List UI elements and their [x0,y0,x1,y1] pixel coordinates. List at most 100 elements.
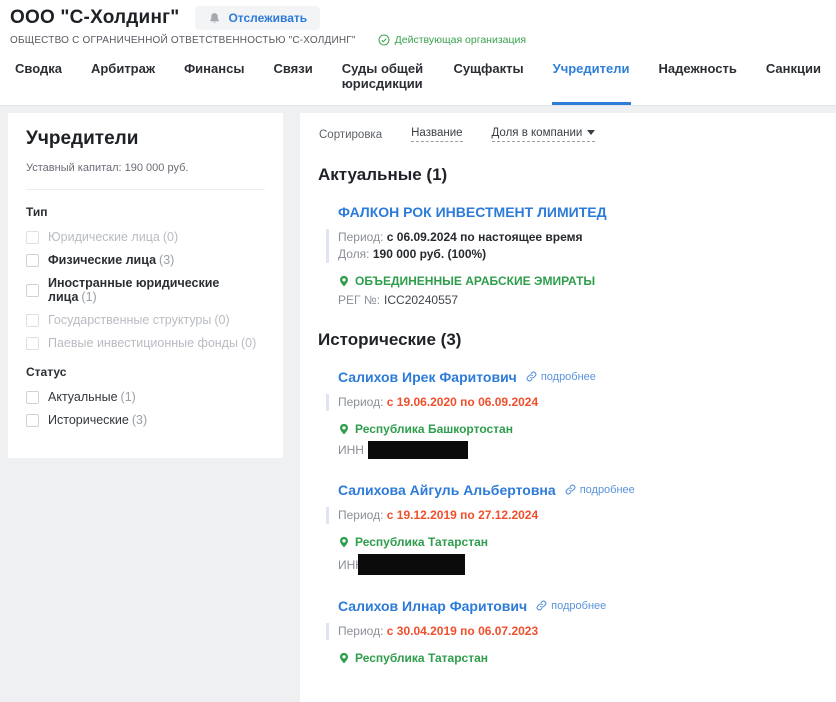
inn-line: ИНН [338,441,818,459]
period-label: Период: [338,624,383,638]
founders-panel: Сортировка Название Доля в компании Акту… [300,113,836,702]
chevron-down-icon [587,130,595,135]
tab-sankcii[interactable]: Санкции [765,59,822,105]
location-name: Республика Татарстан [355,535,488,549]
period-label: Период: [338,230,383,244]
founder-entry-historical-2: Салихова Айгуль Альбертовна подробнее Пе… [338,482,818,575]
tab-arbitrazh[interactable]: Арбитраж [90,59,156,105]
period-block: Период: с 19.06.2020 по 06.09.2024 [326,394,818,411]
location-pin-icon [338,652,350,664]
period-block: Период: с 19.12.2019 по 27.12.2024 [326,507,818,524]
period-label: Период: [338,395,383,409]
filter-label: Исторические [48,413,129,427]
tab-sushchfakty[interactable]: Сущфакты [452,59,524,105]
header: ООО "С-Холдинг" Отслеживать ОБЩЕСТВО С О… [0,0,836,106]
more-link-label: подробнее [551,600,606,612]
inn-label: ИНН [338,443,364,457]
filter-label: Актуальные [48,390,118,404]
location-name: ОБЪЕДИНЕННЫЕ АРАБСКИЕ ЭМИРАТЫ [355,274,595,288]
org-status-badge: Действующая организация [378,34,526,46]
more-link[interactable]: подробнее [526,371,596,383]
more-link-label: подробнее [541,371,596,383]
page-title: ООО "С-Холдинг" [10,7,179,29]
tab-finansy[interactable]: Финансы [183,59,245,105]
link-icon [565,484,576,495]
checkbox[interactable] [26,337,39,350]
checkbox[interactable] [26,414,39,427]
link-icon [536,600,547,611]
founder-link[interactable]: ФАЛКОН РОК ИНВЕСТМЕНТ ЛИМИТЕД [338,204,607,220]
filter-count: (1) [121,390,136,404]
reg-number-line: РЕГ №: ICC20240557 [338,293,818,307]
filter-historical[interactable]: Исторические(3) [26,413,265,427]
more-link-label: подробнее [580,484,635,496]
period-value: с 06.09.2024 по настоящее время [387,230,583,244]
filter-investment-funds[interactable]: Паевые инвестиционные фонды(0) [26,336,265,350]
redacted-inn [358,554,465,575]
filter-legal-entities[interactable]: Юридические лица(0) [26,230,265,244]
filter-count: (0) [163,230,178,244]
tab-svyazi[interactable]: Связи [272,59,313,105]
org-status-label: Действующая организация [395,34,526,46]
location-name: Республика Башкортостан [355,422,513,436]
filter-foreign-legal-entities[interactable]: Иностранные юридические лица(1) [26,276,265,304]
filter-label: Юридические лица [48,230,160,244]
period-label: Период: [338,508,383,522]
founder-link[interactable]: Салихов Ирек Фаритович [338,369,517,385]
filter-count: (3) [132,413,147,427]
track-button-label: Отслеживать [228,11,307,25]
check-circle-icon [378,34,390,46]
sort-by-name[interactable]: Название [411,127,462,142]
filter-actual[interactable]: Актуальные(1) [26,390,265,404]
founder-entry-actual: ФАЛКОН РОК ИНВЕСТМЕНТ ЛИМИТЕД Период: с … [338,204,818,307]
location-pin-icon [338,275,350,287]
inn-line: ИНН [338,554,818,575]
company-page: ООО "С-Холдинг" Отслеживать ОБЩЕСТВО С О… [0,0,836,583]
filter-state-structures[interactable]: Государственные структуры(0) [26,313,265,327]
checkbox[interactable] [26,284,39,297]
sort-row: Сортировка Название Доля в компании [318,127,818,142]
filters-sidebar: Учредители Уставный капитал: 190 000 руб… [8,113,283,458]
track-button[interactable]: Отслеживать [195,6,320,30]
sidebar-title: Учредители [26,128,265,150]
more-link[interactable]: подробнее [565,484,635,496]
founder-entry-historical-3: Салихов Илнар Фаритович подробнее Период… [338,598,818,665]
filter-count: (3) [159,253,174,267]
share-label: Доля: [338,247,370,261]
checkbox[interactable] [26,314,39,327]
founder-link[interactable]: Салихов Илнар Фаритович [338,598,527,614]
location-line: Республика Татарстан [338,535,818,549]
tab-uchrediteli[interactable]: Учредители [552,59,631,105]
actual-section-title: Актуальные (1) [318,165,818,185]
filter-label: Иностранные юридические лица [48,276,219,304]
checkbox[interactable] [26,231,39,244]
checkbox[interactable] [26,254,39,267]
sort-label: Сортировка [319,129,382,141]
bell-icon [208,12,221,25]
sort-by-share[interactable]: Доля в компании [492,127,596,142]
more-link[interactable]: подробнее [536,600,606,612]
filter-label: Государственные структуры [48,313,211,327]
location-pin-icon [338,536,350,548]
type-filter-title: Тип [26,205,265,219]
tab-nadezhnost[interactable]: Надежность [658,59,738,105]
period-value: с 19.12.2019 по 27.12.2024 [387,508,538,522]
reg-value: ICC20240557 [384,293,458,307]
period-value: с 19.06.2020 по 06.09.2024 [387,395,538,409]
sort-by-share-label: Доля в компании [492,127,583,139]
historical-section-title: Исторические (3) [318,330,818,350]
filter-count: (1) [81,290,96,304]
status-filter-title: Статус [26,365,265,379]
filter-count: (0) [241,336,256,350]
period-block: Период: с 06.09.2024 по настоящее время … [326,229,818,263]
checkbox[interactable] [26,391,39,404]
filter-individuals[interactable]: Физические лица(3) [26,253,265,267]
location-line: Республика Татарстан [338,651,818,665]
company-full-name: ОБЩЕСТВО С ОГРАНИЧЕННОЙ ОТВЕТСТВЕННОСТЬЮ… [10,35,356,46]
filter-count: (0) [214,313,229,327]
founder-entry-historical-1: Салихов Ирек Фаритович подробнее Период:… [338,369,818,459]
tab-svodka[interactable]: Сводка [14,59,63,105]
founder-link[interactable]: Салихова Айгуль Альбертовна [338,482,556,498]
tab-sudy[interactable]: Суды общей юрисдикции [341,59,426,105]
location-name: Республика Татарстан [355,651,488,665]
